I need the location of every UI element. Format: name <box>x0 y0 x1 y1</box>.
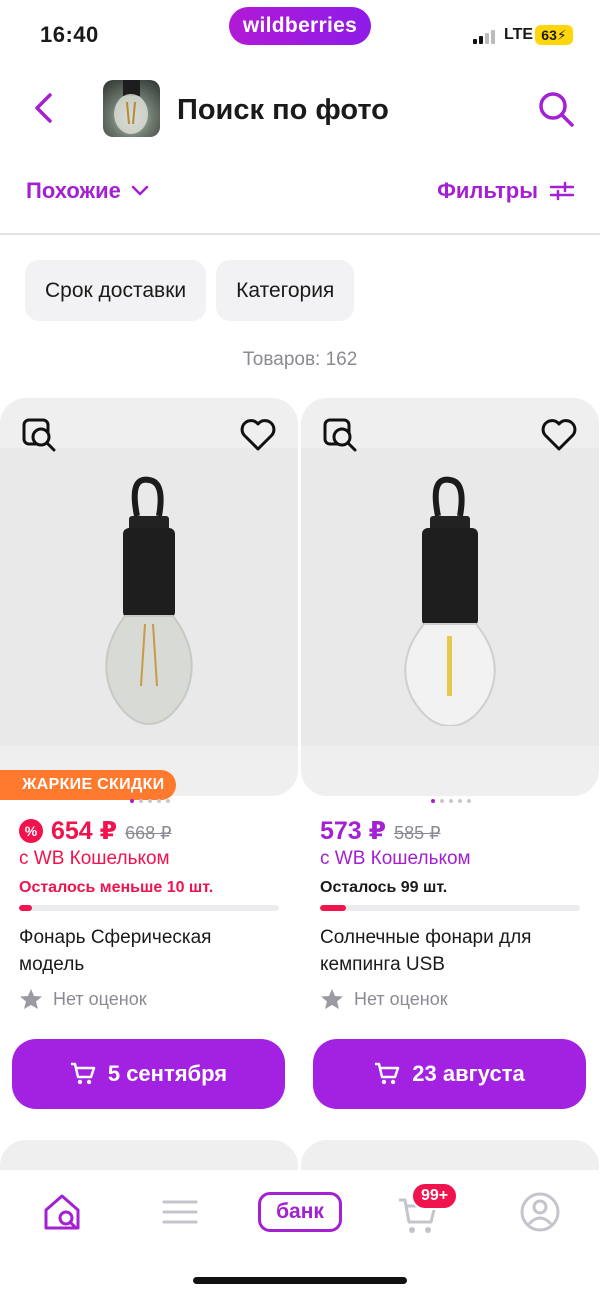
home-search-icon[interactable] <box>40 1190 84 1234</box>
network-label: LTE <box>504 26 534 43</box>
add-to-cart-button[interactable]: 23 августа <box>313 1039 586 1109</box>
delivery-date: 5 сентября <box>107 1061 228 1086</box>
profile-icon[interactable] <box>518 1190 562 1234</box>
page-title: Поиск по фото <box>177 94 389 126</box>
pager-dot <box>166 799 170 803</box>
stock-fill <box>19 905 32 911</box>
stock-label: Осталось 99 шт. <box>320 879 448 896</box>
star-icon <box>321 989 343 1009</box>
chip-category[interactable]: Категория <box>216 260 355 321</box>
pager-dot <box>157 799 161 803</box>
product-image[interactable] <box>0 398 298 796</box>
battery-level: 63 <box>541 27 557 43</box>
product-image[interactable] <box>301 398 599 796</box>
price-row: 573 ₽ 585 ₽ <box>320 816 441 846</box>
home-indicator <box>193 1277 407 1284</box>
image-pager <box>0 799 300 803</box>
product-name[interactable]: Солнечные фонари для кемпинга USB <box>320 924 580 978</box>
quick-filters: Срок доставки Категория <box>25 260 355 321</box>
stock-bar <box>320 905 580 911</box>
cart-icon <box>70 1062 96 1085</box>
chevron-down-icon <box>131 185 149 196</box>
rating-label: Нет оценок <box>53 988 147 1009</box>
delivery-date: 23 августа <box>412 1061 525 1086</box>
add-to-cart-button[interactable]: 5 сентября <box>12 1039 285 1109</box>
discount-badge-icon: % <box>19 819 43 843</box>
heart-icon[interactable] <box>240 418 276 452</box>
lamp-thumbnail-image <box>114 80 148 134</box>
wallet-label: с WB Кошельком <box>19 848 170 869</box>
sort-filter-bar: Похожие Фильтры <box>0 172 600 212</box>
product-card[interactable]: 573 ₽ 585 ₽ с WB Кошельком Осталось 99 ш… <box>301 398 600 1118</box>
pager-dot <box>431 799 435 803</box>
hot-sale-badge: ЖАРКИЕ СКИДКИ <box>0 770 177 800</box>
search-photo-thumbnail[interactable] <box>103 80 160 137</box>
sort-label: Похожие <box>26 178 121 203</box>
pager-dot <box>440 799 444 803</box>
price: 573 ₽ <box>320 817 387 845</box>
pager-dot <box>458 799 462 803</box>
cart-count-badge: 99+ <box>411 1182 459 1210</box>
search-icon[interactable] <box>537 90 575 128</box>
chip-delivery-time[interactable]: Срок доставки <box>25 260 207 321</box>
price-row: % 654 ₽ 668 ₽ <box>19 816 172 846</box>
chevron-left-icon[interactable] <box>28 90 60 126</box>
battery-icon: 63 ⚡ <box>535 25 573 45</box>
status-bar: 16:40 wildberries LTE 63 ⚡ <box>0 0 600 70</box>
lamp-image <box>105 476 193 726</box>
sort-dropdown[interactable]: Похожие <box>26 178 149 204</box>
page-header: Поиск по фото <box>0 78 600 142</box>
old-price: 585 ₽ <box>394 823 441 843</box>
stock-bar <box>19 905 279 911</box>
cart-icon <box>375 1062 400 1085</box>
pager-dot <box>130 799 134 803</box>
image-pager <box>301 799 600 803</box>
stock-label: Осталось меньше 10 шт. <box>19 879 214 896</box>
rating: Нет оценок <box>320 988 448 1010</box>
wallet-label: с WB Кошельком <box>320 848 471 869</box>
star-icon <box>20 989 42 1009</box>
bank-tab[interactable]: банк <box>258 1192 342 1232</box>
filters-button[interactable]: Фильтры <box>437 178 574 204</box>
pager-dot <box>467 799 471 803</box>
rating: Нет оценок <box>19 988 147 1010</box>
stock-fill <box>320 905 346 911</box>
pager-dot <box>148 799 152 803</box>
rating-label: Нет оценок <box>354 988 448 1009</box>
results-count: Товаров: 162 <box>242 349 358 370</box>
old-price: 668 ₽ <box>125 823 172 843</box>
brand-logo[interactable]: wildberries <box>229 7 371 45</box>
signal-icon <box>473 28 495 44</box>
heart-icon[interactable] <box>541 418 577 452</box>
product-card[interactable]: ЖАРКИЕ СКИДКИ % 654 ₽ 668 ₽ с WB Кошельк… <box>0 398 300 1118</box>
similar-search-icon[interactable] <box>323 418 357 452</box>
pager-dot <box>139 799 143 803</box>
similar-search-icon[interactable] <box>22 418 56 452</box>
divider <box>0 233 600 235</box>
lamp-image <box>404 476 496 726</box>
pager-dot <box>449 799 453 803</box>
menu-icon[interactable] <box>158 1190 202 1234</box>
filters-label: Фильтры <box>437 178 538 203</box>
product-name[interactable]: Фонарь Сферическая модель <box>19 924 279 978</box>
price: 654 ₽ <box>51 817 118 845</box>
clock: 16:40 <box>40 22 99 47</box>
sliders-icon <box>550 181 574 201</box>
